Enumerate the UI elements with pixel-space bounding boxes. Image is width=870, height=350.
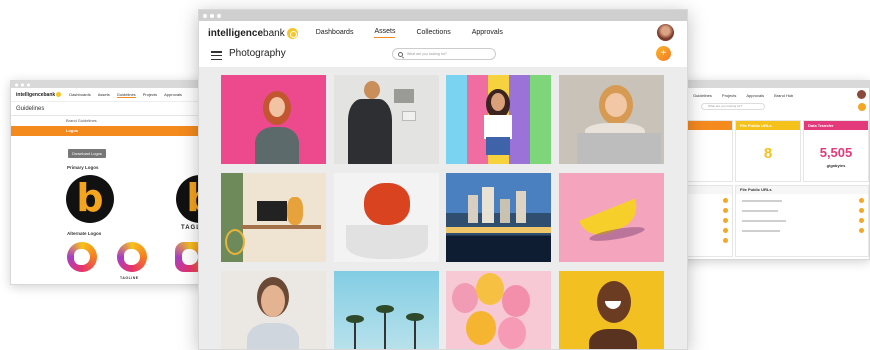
- photo-woman-colorful-wall[interactable]: [446, 75, 551, 164]
- window-dot[interactable]: [210, 13, 214, 18]
- nav-projects[interactable]: Projects: [143, 92, 157, 97]
- photo-woman-yellow-laughing[interactable]: [559, 271, 664, 349]
- photo-banana-pink[interactable]: [559, 173, 664, 262]
- window-dot[interactable]: [217, 13, 221, 18]
- nav-projects[interactable]: Projects: [722, 93, 736, 98]
- sun-icon: [56, 92, 62, 97]
- nav-dashboards[interactable]: Dashboards: [69, 92, 91, 97]
- avatar[interactable]: [857, 90, 866, 99]
- card-value: 5,505: [819, 145, 853, 160]
- search-icon: [398, 51, 403, 57]
- nav-dashboards[interactable]: Dashboards: [316, 29, 354, 38]
- window-dot[interactable]: [21, 83, 24, 86]
- top-nav: Guidelines Projects Approvals Brand Hub: [661, 88, 869, 102]
- card-header: File Public URLs: [736, 121, 800, 130]
- avatar[interactable]: [657, 24, 674, 41]
- photo-desk-workspace[interactable]: [221, 173, 326, 262]
- card-value: 8: [763, 145, 773, 162]
- top-nav: intelligence bank Dashboards Assets Colle…: [199, 21, 687, 45]
- nav-guidelines[interactable]: Guidelines: [693, 93, 712, 98]
- add-button[interactable]: +: [656, 46, 671, 61]
- alternate-logo-gradient[interactable]: [67, 242, 97, 272]
- download-logos-button[interactable]: Download Logos: [68, 149, 106, 158]
- photo-grid: [199, 67, 687, 349]
- primary-logos-label: Primary Logos: [67, 165, 99, 170]
- search-input[interactable]: What are you looking for?: [392, 48, 496, 60]
- nav-assets[interactable]: Assets: [374, 28, 396, 38]
- guidelines-window: intelligencebank Dashboards Assets Guide…: [10, 80, 228, 285]
- list-item[interactable]: [742, 210, 778, 212]
- small-tagline: TAGLINE: [120, 276, 139, 280]
- nav-collections[interactable]: Collections: [416, 29, 450, 38]
- alternate-logos-label: Alternate Logos: [67, 231, 102, 236]
- stat-card-data-transfer[interactable]: Data Transfer 5,505 gigabytes: [803, 120, 869, 182]
- hamburger-menu-icon[interactable]: [211, 51, 222, 60]
- card-unit: gigabytes: [826, 163, 846, 168]
- top-nav: intelligencebank Dashboards Assets Guide…: [11, 88, 227, 102]
- list-item[interactable]: [742, 200, 782, 202]
- list-title: File Public URLs: [736, 186, 868, 194]
- brand-logo[interactable]: intelligencebank: [16, 92, 62, 98]
- photo-woman-laptop[interactable]: [559, 75, 664, 164]
- dashboard-window: Guidelines Projects Approvals Brand Hub …: [660, 80, 870, 260]
- photo-red-plant-pot[interactable]: [334, 173, 439, 262]
- window-dot[interactable]: [27, 83, 30, 86]
- window-titlebar: [661, 81, 869, 88]
- add-button[interactable]: [858, 103, 866, 111]
- file-public-urls-list: File Public URLs: [735, 185, 869, 257]
- window-titlebar: [11, 81, 227, 88]
- photo-city-skyline[interactable]: [446, 173, 551, 262]
- stat-card-public-urls[interactable]: File Public URLs 8: [735, 120, 801, 182]
- page-header: Photography What are you looking for? +: [199, 45, 687, 67]
- list-item[interactable]: [742, 220, 786, 222]
- nav-assets[interactable]: Assets: [98, 92, 110, 97]
- window-dot[interactable]: [203, 13, 207, 18]
- nav-approvals[interactable]: Approvals: [164, 92, 182, 97]
- window-titlebar: [199, 10, 687, 21]
- photo-man-wall-photos[interactable]: [334, 75, 439, 164]
- alternate-logo-gradient-tagline[interactable]: [117, 242, 147, 272]
- assets-window: intelligence bank Dashboards Assets Colle…: [198, 9, 688, 350]
- nav-guidelines[interactable]: Guidelines: [116, 92, 136, 98]
- search-placeholder: What are you looking for?: [407, 52, 447, 56]
- nav-approvals[interactable]: Approvals: [746, 93, 764, 98]
- photo-palm-trees[interactable]: [334, 271, 439, 349]
- nav-approvals[interactable]: Approvals: [472, 29, 503, 38]
- page-title: Photography: [229, 48, 286, 59]
- sun-icon: [286, 27, 298, 39]
- photo-woman-laughing-pink[interactable]: [221, 75, 326, 164]
- photo-young-man-confetti[interactable]: [221, 271, 326, 349]
- primary-logo-dark[interactable]: b: [66, 175, 114, 223]
- window-dot[interactable]: [15, 83, 18, 86]
- brand-logo[interactable]: intelligencebank: [208, 27, 298, 39]
- page-title: Guidelines: [11, 102, 227, 116]
- menu-logos[interactable]: Logos: [11, 126, 227, 136]
- list-item[interactable]: [742, 230, 780, 232]
- photo-balloons[interactable]: [446, 271, 551, 349]
- nav-brand-hub[interactable]: Brand Hub: [774, 93, 793, 98]
- card-header: Data Transfer: [804, 121, 868, 130]
- menu-brand-guidelines[interactable]: Brand Guidelines: [11, 116, 227, 126]
- search-input[interactable]: What are you looking for?: [701, 103, 765, 110]
- marketing-composite: intelligencebank Dashboards Assets Guide…: [0, 0, 870, 350]
